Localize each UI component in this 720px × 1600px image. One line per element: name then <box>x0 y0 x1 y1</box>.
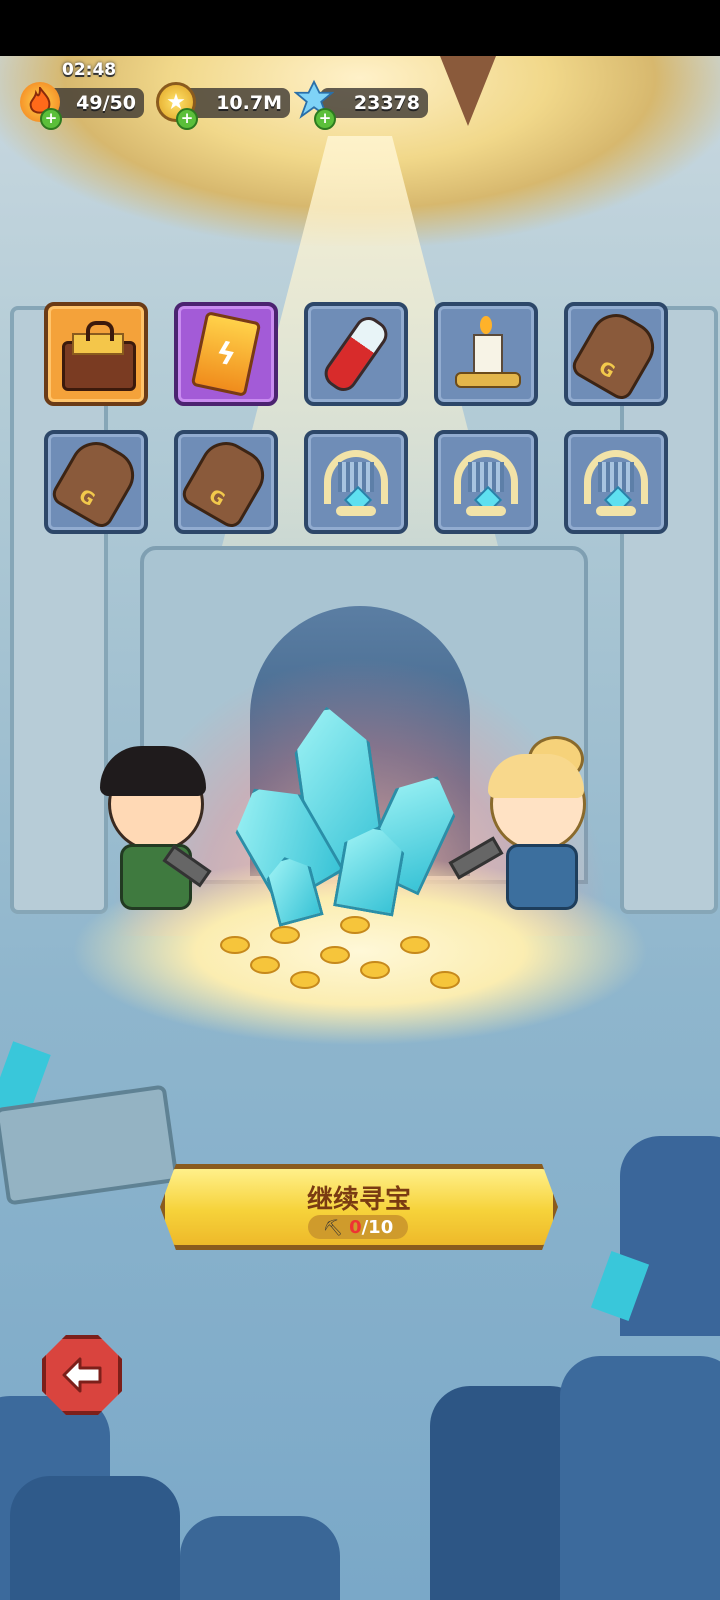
rock <box>560 1356 720 1600</box>
item-slot[interactable] <box>304 430 408 534</box>
gold-coin <box>320 946 350 964</box>
hero-hair <box>488 754 584 798</box>
cost-total: /10 <box>361 1216 394 1238</box>
gold-value: 10.7M <box>182 88 290 118</box>
pickaxe-icon: ⛏ <box>322 1217 344 1237</box>
treasure-chest-icon <box>58 321 136 391</box>
item-slot[interactable] <box>434 430 538 534</box>
hero-hair <box>100 746 206 796</box>
golden-lyre-icon <box>318 444 394 520</box>
item-slot[interactable]: ϟ <box>174 302 278 406</box>
golden-lyre-icon <box>578 444 654 520</box>
gold-coin <box>340 916 370 934</box>
status-bar <box>0 0 720 56</box>
item-slot[interactable] <box>304 302 408 406</box>
item-slot[interactable]: G <box>44 430 148 534</box>
leather-glove-icon: G <box>178 432 274 532</box>
golden-lyre-icon <box>448 444 524 520</box>
item-slot[interactable] <box>434 302 538 406</box>
back-button[interactable] <box>42 1335 122 1415</box>
gold-coin <box>360 961 390 979</box>
cost-current: 0 <box>349 1216 362 1238</box>
hero-body <box>506 844 578 910</box>
energy-timer: 02:48 <box>62 60 117 80</box>
gold-coin <box>290 971 320 989</box>
item-slot[interactable] <box>44 302 148 406</box>
continue-treasure-button[interactable]: 继续寻宝 ⛏ 0/10 <box>160 1164 558 1250</box>
leather-glove-icon: G <box>568 304 664 404</box>
continue-label: 继续寻宝 <box>306 1185 411 1215</box>
add-energy-icon[interactable]: + <box>40 108 62 130</box>
gold-coin <box>220 936 250 954</box>
candle-icon <box>451 316 521 392</box>
rock <box>620 1136 720 1336</box>
back-arrow-icon <box>62 1357 102 1393</box>
red-potion-icon <box>319 311 393 397</box>
gold-coin <box>430 971 460 989</box>
leather-glove-icon: G <box>48 432 144 532</box>
gold-coin <box>250 956 280 974</box>
item-slot[interactable]: G <box>564 302 668 406</box>
gold-coin <box>270 926 300 944</box>
cost-pill: ⛏ 0/10 <box>308 1215 408 1239</box>
gems-value: 23378 <box>320 88 428 118</box>
item-slot[interactable]: G <box>174 430 278 534</box>
gold-coin <box>400 936 430 954</box>
hero-blonde <box>448 736 600 916</box>
add-gold-icon[interactable]: + <box>176 108 198 130</box>
rock <box>180 1516 340 1600</box>
rock <box>10 1476 180 1600</box>
item-slot[interactable] <box>564 430 668 534</box>
add-gems-icon[interactable]: + <box>314 108 336 130</box>
lightning-card-icon: ϟ <box>190 311 262 397</box>
hero-dark-hair <box>100 746 212 916</box>
stalactite <box>440 56 496 126</box>
